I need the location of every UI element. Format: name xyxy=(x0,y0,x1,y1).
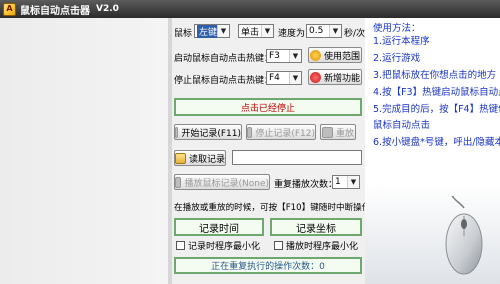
help-item: 鼠标自动点击 xyxy=(373,120,431,131)
mouse-illustration xyxy=(445,196,483,275)
app-version: V2.0 xyxy=(96,4,119,14)
replay-icon xyxy=(321,126,333,138)
stop-record-label: 停止记录(F12) xyxy=(255,128,315,139)
record-icon xyxy=(175,126,179,138)
speed-value: 0.5 xyxy=(309,26,324,36)
stop-sign-icon xyxy=(309,71,321,83)
chevron-down-icon[interactable]: ▼ xyxy=(347,176,359,188)
start-record-label: 开始记录(F11) xyxy=(181,128,241,139)
repeat-count-select[interactable]: 1 ▼ xyxy=(332,175,360,189)
help-title: 使用方法： xyxy=(373,23,421,34)
help-item: 3.把鼠标放在你想点击的地方 xyxy=(373,70,497,81)
new-features-label: 新增功能 xyxy=(323,73,360,84)
title-bar: A 鼠标自动点击器 V2.0 xyxy=(0,0,500,18)
repeat-count-value: 1 xyxy=(335,177,341,187)
minimize-playing-checkbox[interactable]: 播放时程序最小化 xyxy=(274,239,358,252)
start-hotkey-value: F3 xyxy=(269,51,280,61)
chevron-down-icon[interactable]: ▼ xyxy=(261,25,273,37)
repeat-count-label: 重复播放次数： xyxy=(274,180,338,190)
checkbox-box[interactable] xyxy=(176,241,185,250)
stop-record-button[interactable]: 停止记录(F12) xyxy=(246,124,316,140)
usage-range-button[interactable]: 使用范围 xyxy=(308,47,362,63)
minimize-recording-checkbox[interactable]: 记录时程序最小化 xyxy=(176,239,260,252)
control-panel: 鼠标 左键 ▼ 单击 ▼ 速度为 0.5 ▼ 秒/次 启动鼠标自动点击热键： F… xyxy=(172,18,370,284)
chevron-down-icon[interactable]: ▼ xyxy=(217,25,229,37)
record-time-button[interactable]: 记录时间 xyxy=(174,218,264,236)
help-item: 2.运行游戏 xyxy=(373,53,421,64)
play-mouse-record-label: 播放鼠标记录(None) xyxy=(184,178,269,189)
folder-icon xyxy=(175,152,186,164)
read-record-button[interactable]: 读取记录 xyxy=(174,150,226,166)
stop-hotkey-select[interactable]: F4 ▼ xyxy=(266,71,302,85)
speed-select[interactable]: 0.5 ▼ xyxy=(306,24,342,38)
usage-range-label: 使用范围 xyxy=(323,51,360,62)
mouse-button-select[interactable]: 左键 ▼ xyxy=(194,24,230,38)
record-file-input[interactable] xyxy=(232,150,362,165)
click-type-select[interactable]: 单击 ▼ xyxy=(238,24,274,38)
start-hotkey-select[interactable]: F3 ▼ xyxy=(266,49,302,63)
app-title: 鼠标自动点击器 xyxy=(20,5,90,17)
minimize-recording-label: 记录时程序最小化 xyxy=(188,242,261,252)
help-item: 1.运行本程序 xyxy=(373,36,430,47)
interrupt-note: 在播放或重放的时候，可按【F10】键随时中断操作 xyxy=(174,203,371,213)
chevron-down-icon[interactable]: ▼ xyxy=(289,50,301,62)
minimize-playing-label: 播放时程序最小化 xyxy=(286,242,359,252)
left-background xyxy=(0,18,168,284)
play-mouse-record-button[interactable]: 播放鼠标记录(None) xyxy=(174,174,270,190)
replay-button[interactable]: 重放 xyxy=(320,124,356,140)
checkbox-box[interactable] xyxy=(274,241,283,250)
chevron-down-icon[interactable]: ▼ xyxy=(329,25,341,37)
help-item: 5.完成目的后，按【F4】热键停止 xyxy=(373,104,500,115)
speed-unit: 秒/次 xyxy=(344,29,366,39)
replay-label: 重放 xyxy=(335,128,354,139)
start-record-button[interactable]: 开始记录(F11) xyxy=(174,124,242,140)
app-icon: A xyxy=(3,2,16,16)
start-hotkey-label: 启动鼠标自动点击热键： xyxy=(174,54,274,64)
new-features-button[interactable]: 新增功能 xyxy=(308,69,362,85)
repeat-status-banner: 正在重复执行的操作次数：0 xyxy=(174,257,362,274)
click-type-value: 单击 xyxy=(241,27,260,38)
stop-record-icon xyxy=(247,126,253,138)
globe-icon xyxy=(309,49,321,61)
chevron-down-icon[interactable]: ▼ xyxy=(289,72,301,84)
click-status-banner: 点击已经停止 xyxy=(174,98,362,116)
record-coords-button[interactable]: 记录坐标 xyxy=(270,218,362,236)
help-item: 6.按小键盘*号键，呼出/隐藏本程序 xyxy=(373,137,500,148)
stop-hotkey-label: 停止鼠标自动点击热键： xyxy=(174,76,274,86)
help-item: 4.按【F3】热键启动鼠标自动点 xyxy=(373,87,500,98)
speed-label: 速度为 xyxy=(278,29,306,39)
play-icon xyxy=(175,176,182,188)
mouse-button-value: 左键 xyxy=(197,24,217,38)
mouse-label: 鼠标 xyxy=(174,29,193,39)
read-record-label: 读取记录 xyxy=(188,154,225,165)
stop-hotkey-value: F4 xyxy=(269,73,280,83)
